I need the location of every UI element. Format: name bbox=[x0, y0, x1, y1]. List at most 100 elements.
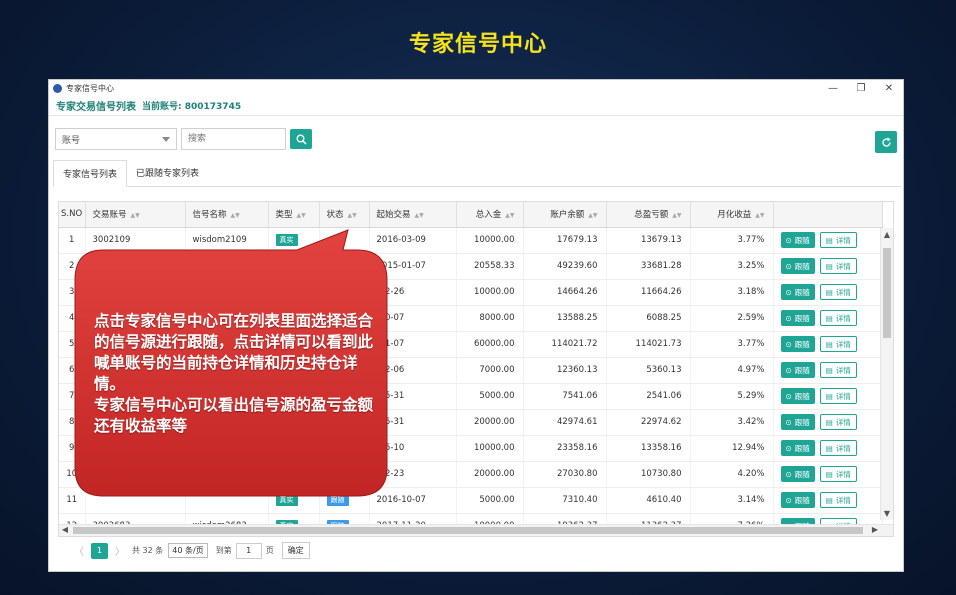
refresh-icon bbox=[881, 137, 891, 147]
document-icon: ▤ bbox=[825, 365, 833, 375]
window-titlebar: 专家信号中心 — ❐ ✕ bbox=[49, 80, 903, 96]
scroll-thumb-horizontal[interactable] bbox=[73, 527, 863, 534]
close-icon[interactable]: ✕ bbox=[875, 83, 903, 94]
col-header-balance[interactable]: 账户余额 ▲▼ bbox=[523, 202, 607, 228]
goto-confirm-button[interactable]: 确定 bbox=[281, 542, 310, 559]
goto-label: 到第 bbox=[215, 546, 232, 555]
detail-button[interactable]: ▤详情 bbox=[819, 362, 857, 378]
tab-expert-signals[interactable]: 专家信号列表 bbox=[53, 160, 128, 187]
col-header-label: 账户余额 bbox=[550, 210, 585, 221]
detail-button[interactable]: ▤详情 bbox=[819, 492, 857, 508]
prev-page-icon[interactable]: 〈 bbox=[74, 543, 84, 558]
follow-button[interactable]: ⊙跟随 bbox=[780, 310, 815, 326]
cell-pnl: 33681.28 bbox=[606, 253, 691, 280]
follow-label: 跟随 bbox=[794, 391, 810, 401]
toolbar: 账号 bbox=[55, 128, 312, 150]
cell-monthly-return: 2.59% bbox=[690, 305, 774, 332]
detail-button[interactable]: ▤详情 bbox=[819, 336, 857, 352]
document-icon: ▤ bbox=[825, 469, 833, 479]
col-header-label: 交易账号 bbox=[92, 210, 127, 221]
detail-button[interactable]: ▤详情 bbox=[819, 440, 857, 456]
col-header-start[interactable]: 起始交易 ▲▼ bbox=[369, 202, 457, 228]
play-icon: ⊙ bbox=[785, 391, 792, 401]
search-button[interactable] bbox=[290, 129, 312, 149]
follow-label: 跟随 bbox=[794, 339, 810, 349]
col-header-monthly[interactable]: 月化收益 ▲▼ bbox=[690, 202, 774, 228]
cell-balance: 17679.13 bbox=[523, 227, 607, 254]
col-header-label: 起始交易 bbox=[376, 210, 411, 221]
scroll-right-icon[interactable]: ▶ bbox=[869, 525, 881, 534]
cell-monthly-return: 3.77% bbox=[690, 227, 774, 254]
follow-label: 跟随 bbox=[794, 287, 810, 297]
cell-deposit: 20000.00 bbox=[456, 409, 524, 436]
refresh-button[interactable] bbox=[875, 131, 897, 153]
chevron-down-icon bbox=[162, 136, 170, 142]
follow-button[interactable]: ⊙跟随 bbox=[780, 258, 815, 274]
detail-label: 详情 bbox=[835, 495, 851, 505]
col-header-actions bbox=[773, 202, 883, 228]
vertical-scrollbar[interactable]: ▲ ▼ bbox=[880, 228, 893, 520]
detail-button[interactable]: ▤详情 bbox=[819, 284, 857, 300]
cell-actions: ⊙跟随▤详情 bbox=[773, 279, 883, 306]
col-header-status[interactable]: 状态 ▲▼ bbox=[319, 202, 370, 228]
cell-balance: 7541.06 bbox=[523, 383, 607, 410]
follow-button[interactable]: ⊙跟随 bbox=[780, 232, 815, 248]
next-page-icon[interactable]: 〉 bbox=[115, 543, 125, 558]
account-select[interactable]: 账号 bbox=[55, 128, 177, 150]
scroll-left-icon[interactable]: ◀ bbox=[59, 525, 71, 534]
sort-icon: ▲▼ bbox=[672, 212, 682, 220]
col-header-deposit[interactable]: 总入金 ▲▼ bbox=[456, 202, 524, 228]
follow-button[interactable]: ⊙跟随 bbox=[780, 440, 815, 456]
follow-button[interactable]: ⊙跟随 bbox=[780, 388, 815, 404]
current-page[interactable]: 1 bbox=[91, 542, 108, 559]
cell-pnl: 2541.06 bbox=[606, 383, 691, 410]
cell-balance: 23358.16 bbox=[523, 435, 607, 462]
follow-button[interactable]: ⊙跟随 bbox=[780, 362, 815, 378]
cell-deposit: 8000.00 bbox=[456, 305, 524, 332]
col-header-type[interactable]: 类型 ▲▼ bbox=[268, 202, 320, 228]
follow-button[interactable]: ⊙跟随 bbox=[780, 414, 815, 430]
restore-icon[interactable]: ❐ bbox=[847, 83, 875, 94]
follow-label: 跟随 bbox=[794, 495, 810, 505]
scroll-up-icon[interactable]: ▲ bbox=[881, 230, 893, 239]
detail-button[interactable]: ▤详情 bbox=[819, 310, 857, 326]
cell-actions: ⊙跟随▤详情 bbox=[773, 409, 883, 436]
detail-label: 详情 bbox=[835, 417, 851, 427]
follow-button[interactable]: ⊙跟随 bbox=[780, 492, 815, 508]
page-size-select[interactable]: 40 条/页 bbox=[168, 543, 208, 558]
follow-label: 跟随 bbox=[794, 365, 810, 375]
detail-button[interactable]: ▤详情 bbox=[819, 258, 857, 274]
cell-pnl: 5360.13 bbox=[606, 357, 691, 384]
col-header-pnl[interactable]: 总盈亏额 ▲▼ bbox=[606, 202, 691, 228]
search-input[interactable] bbox=[181, 128, 286, 150]
detail-label: 详情 bbox=[835, 469, 851, 479]
detail-label: 详情 bbox=[835, 287, 851, 297]
page-unit: 页 bbox=[265, 546, 274, 555]
col-header-label: 类型 bbox=[275, 210, 293, 221]
cell-deposit: 10000.00 bbox=[456, 227, 524, 254]
detail-button[interactable]: ▤详情 bbox=[819, 388, 857, 404]
document-icon: ▤ bbox=[825, 391, 833, 401]
callout-text: 点击专家信号中心可在列表里面选择适合的信号源进行跟随，点击详情可以看到此喊单账号… bbox=[94, 311, 379, 437]
search-icon bbox=[296, 134, 307, 145]
cell-monthly-return: 4.20% bbox=[690, 461, 774, 488]
cell-deposit: 10000.00 bbox=[456, 435, 524, 462]
follow-button[interactable]: ⊙跟随 bbox=[780, 466, 815, 482]
tab-followed-experts[interactable]: 已跟随专家列表 bbox=[127, 159, 208, 186]
sort-icon: ▲▼ bbox=[230, 212, 240, 220]
follow-button[interactable]: ⊙跟随 bbox=[780, 284, 815, 300]
detail-button[interactable]: ▤详情 bbox=[819, 414, 857, 430]
goto-page-input[interactable]: 1 bbox=[235, 542, 262, 559]
scroll-down-icon[interactable]: ▼ bbox=[881, 509, 893, 518]
follow-label: 跟随 bbox=[794, 443, 810, 453]
detail-button[interactable]: ▤详情 bbox=[819, 466, 857, 482]
col-header-account[interactable]: 交易账号 ▲▼ bbox=[85, 202, 186, 228]
cell-balance: 49239.60 bbox=[523, 253, 607, 280]
col-header-name[interactable]: 信号名称 ▲▼ bbox=[185, 202, 269, 228]
horizontal-scrollbar[interactable]: ◀ ▶ bbox=[59, 524, 893, 536]
minimize-icon[interactable]: — bbox=[819, 83, 847, 94]
detail-button[interactable]: ▤详情 bbox=[819, 232, 857, 248]
page-header: 专家交易信号列表 当前账号: 800173745 bbox=[49, 96, 903, 116]
scroll-thumb[interactable] bbox=[883, 248, 891, 338]
follow-button[interactable]: ⊙跟随 bbox=[780, 336, 815, 352]
